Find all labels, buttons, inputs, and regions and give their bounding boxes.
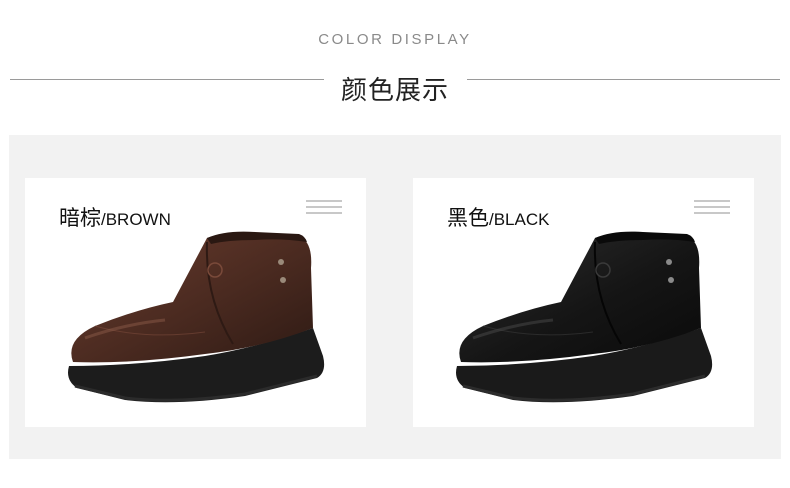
color-name-cn: 暗棕 [59,206,101,230]
color-card-black: 黑色/BLACK [413,178,754,427]
section-title-cn: 颜色展示 [340,76,449,106]
color-name-en: /BROWN [101,210,171,229]
menu-lines-icon [694,200,730,214]
section-title-en: COLOR DISPLAY [318,31,472,48]
color-card-brown: 暗棕/BROWN [25,178,366,427]
menu-lines-icon [306,200,342,214]
color-name-cn: 黑色 [447,206,489,230]
brown-boot-image [68,231,325,403]
color-name-en: /BLACK [489,210,550,229]
black-boot-image [456,231,713,403]
